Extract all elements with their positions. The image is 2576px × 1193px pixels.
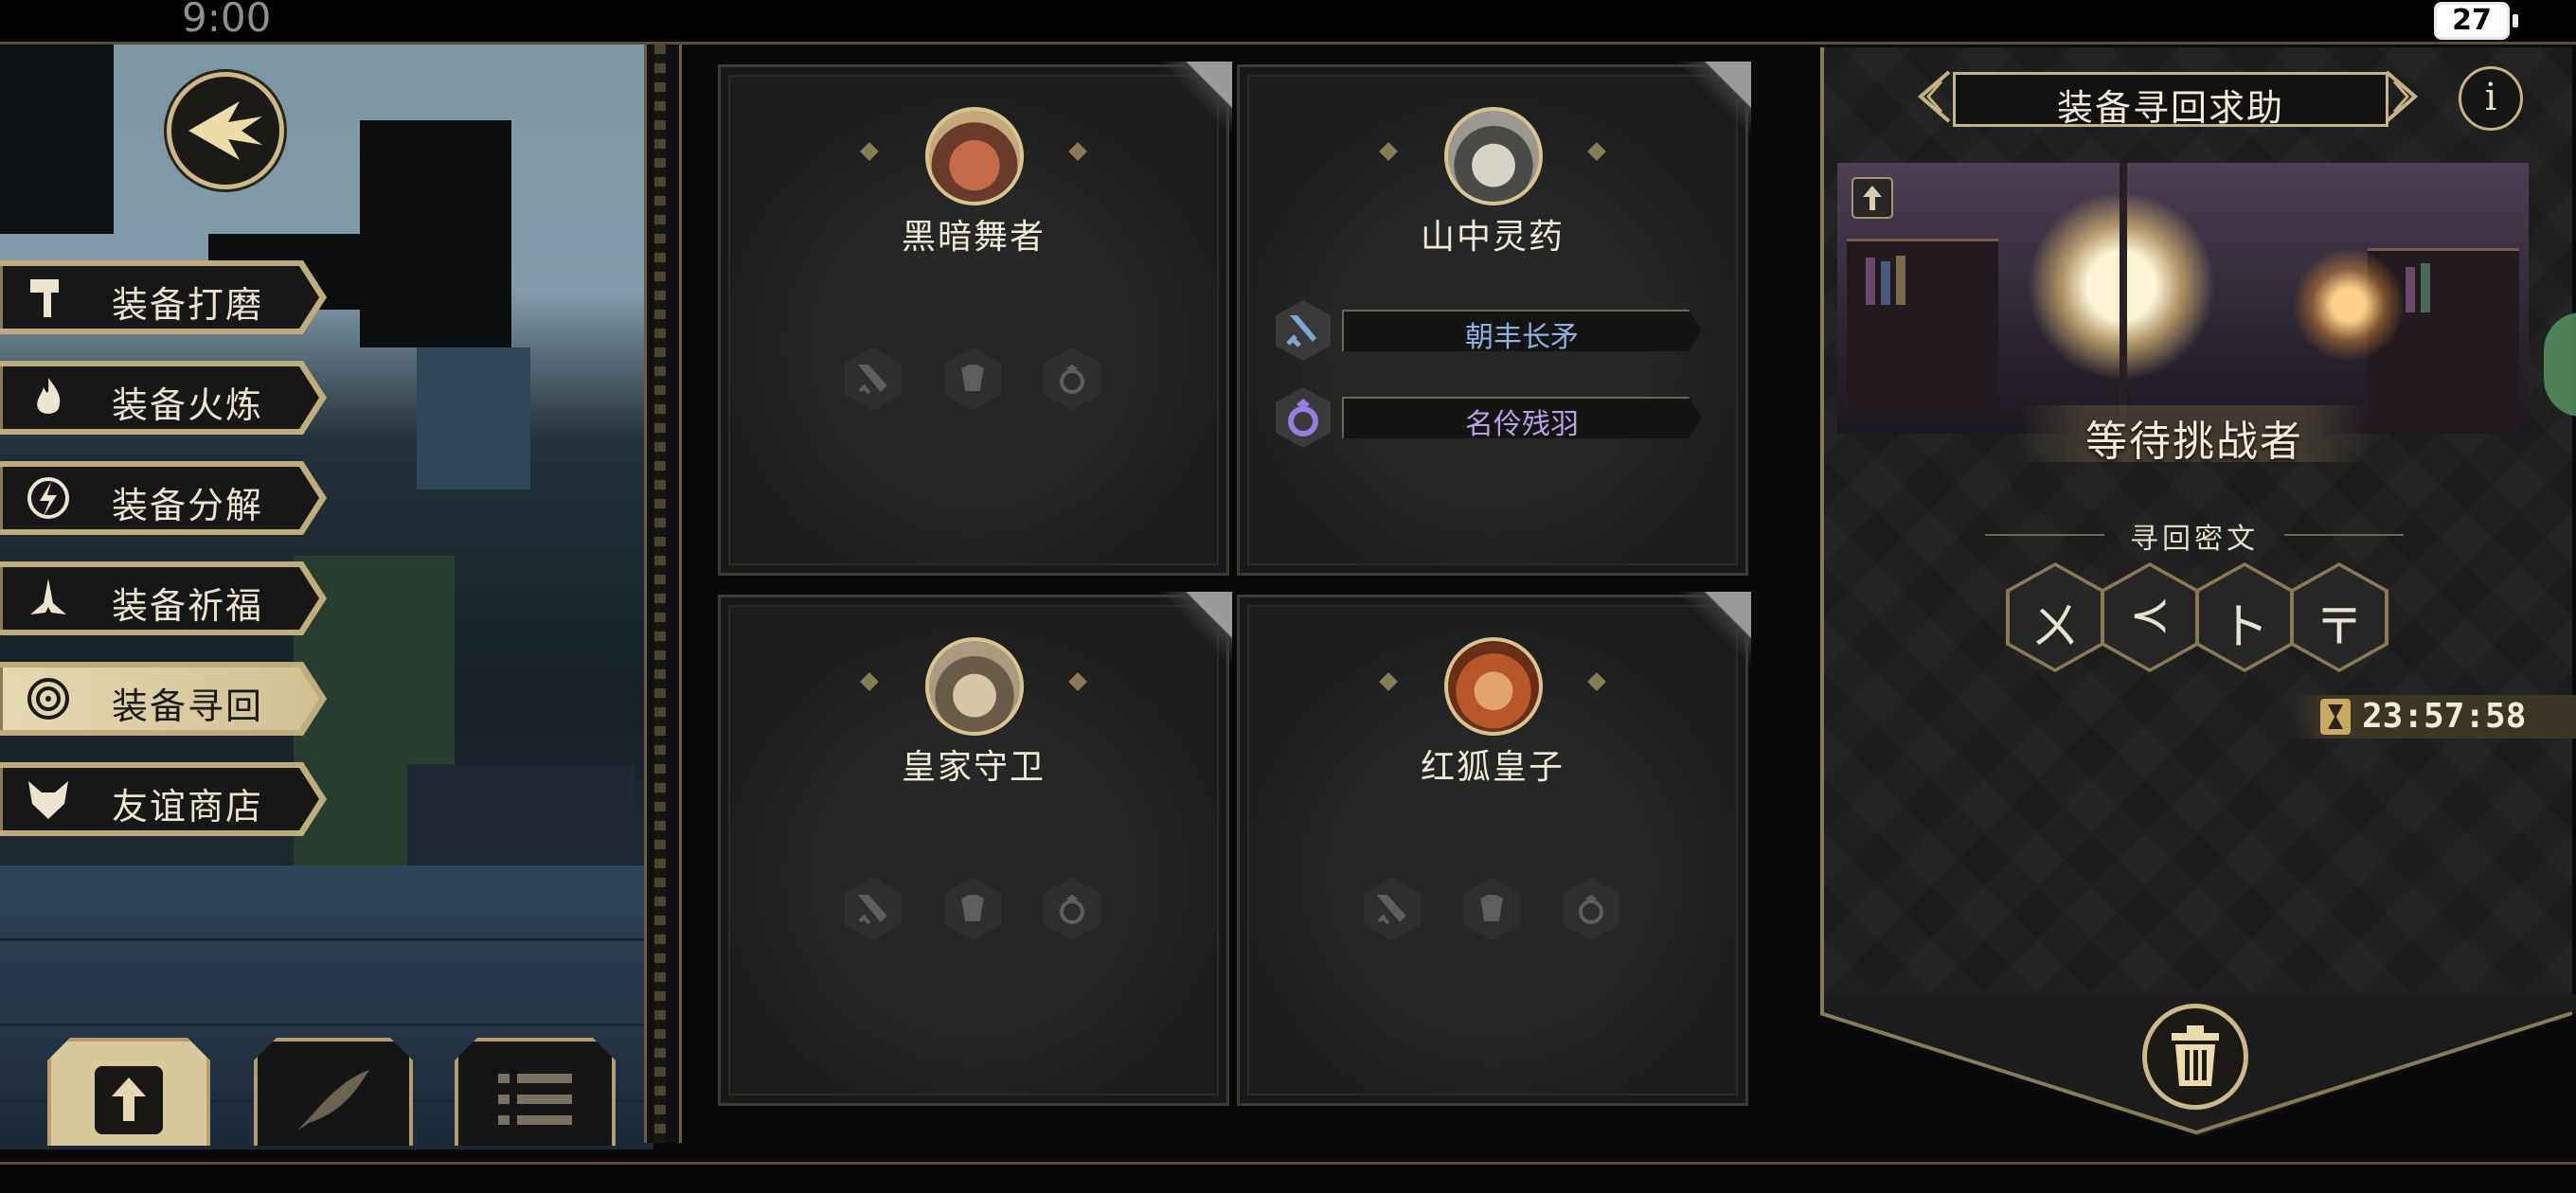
armor-slot[interactable] — [1463, 878, 1520, 940]
ring-slot[interactable] — [1044, 347, 1100, 410]
praying-hands-icon — [30, 579, 66, 614]
lightning-icon — [27, 477, 69, 519]
equipped-weapon[interactable]: 朝丰长矛 — [1276, 300, 1711, 361]
back-arrow-icon — [188, 101, 262, 160]
armor-icon — [961, 895, 984, 921]
hourglass-icon — [2320, 699, 2351, 735]
armor-icon — [1480, 895, 1503, 921]
title-arrow-right-icon — [2385, 70, 2419, 123]
cipher-label: 寻回密文 — [2130, 523, 2259, 556]
panel-title: 装备寻回求助 — [1953, 72, 2388, 129]
ring-slot[interactable] — [1563, 878, 1619, 940]
sword-icon — [1377, 895, 1406, 925]
flame-icon — [37, 378, 61, 414]
hero-card-dark-dancer[interactable]: 黑暗舞者 — [718, 62, 1232, 576]
hammer-icon — [30, 279, 59, 317]
status-time: 9:00 — [182, 0, 272, 41]
equipment-name: 名伶残羽 — [1465, 408, 1579, 441]
menu-item-recover[interactable]: 装备寻回 — [0, 662, 327, 736]
menu-label-bless: 装备祈福 — [112, 585, 264, 627]
back-button[interactable] — [167, 72, 284, 189]
ring-icon — [1579, 895, 1603, 924]
menu-item-bless[interactable]: 装备祈福 — [0, 561, 327, 635]
upload-small-icon — [1852, 177, 1893, 219]
armor-icon — [961, 365, 984, 391]
challenge-status: 等待挑战者 — [2085, 418, 2303, 466]
ring-icon — [1060, 895, 1084, 924]
menu-label-recover: 装备寻回 — [112, 686, 264, 727]
recovery-help-panel: 装备寻回求助 i 等待挑战者 寻回密文 ㄨ ≺ ト 〒 23:57:58 — [1820, 47, 2576, 1146]
status-bar: 9:00 27 — [0, 0, 2576, 42]
trash-icon — [2172, 1025, 2219, 1086]
battery-indicator: 27 — [2434, 2, 2518, 40]
ring-icon — [1060, 365, 1084, 394]
list-button[interactable] — [455, 1038, 616, 1146]
panel-title-text: 装备寻回求助 — [2056, 87, 2284, 129]
upload-icon — [91, 1062, 167, 1138]
ring-icon — [1288, 399, 1318, 436]
sword-icon — [1286, 315, 1316, 347]
feather-icon — [290, 1062, 375, 1138]
hero-name: 黑暗舞者 — [901, 218, 1046, 257]
menu-label-forge: 装备火炼 — [112, 384, 264, 426]
avatar — [1444, 107, 1543, 205]
equipped-ring[interactable]: 名伶残羽 — [1276, 387, 1711, 448]
sword-icon — [858, 895, 887, 925]
hero-card-royal-guard[interactable]: 皇家守卫 — [718, 592, 1232, 1106]
hero-card-red-fox-prince[interactable]: 红狐皇子 — [1237, 592, 1751, 1106]
feather-button[interactable] — [254, 1038, 413, 1146]
weapon-slot[interactable] — [1364, 878, 1421, 940]
menu-label-dismantle: 装备分解 — [112, 485, 264, 526]
weapon-slot[interactable] — [845, 347, 902, 410]
library-scene-image — [1837, 163, 2529, 434]
hero-name: 山中灵药 — [1420, 218, 1565, 257]
menu-label-shop: 友谊商店 — [112, 786, 264, 828]
avatar — [1444, 637, 1543, 736]
weapon-slot[interactable] — [845, 878, 902, 940]
countdown-timer: 23:57:58 — [2292, 695, 2576, 739]
menu-item-polish[interactable]: 装备打磨 — [0, 260, 327, 334]
title-arrow-left-icon — [1917, 70, 1951, 123]
hero-name: 红狐皇子 — [1420, 748, 1565, 787]
delete-button[interactable] — [2142, 1004, 2248, 1110]
target-icon — [27, 678, 69, 720]
armor-slot[interactable] — [944, 878, 1001, 940]
avatar — [925, 637, 1024, 736]
hero-name: 皇家守卫 — [901, 748, 1046, 787]
menu-item-dismantle[interactable]: 装备分解 — [0, 461, 327, 535]
fox-icon — [28, 781, 68, 819]
menu-item-forge[interactable]: 装备火炼 — [0, 361, 327, 435]
divider-pillar — [644, 45, 682, 1143]
armor-slot[interactable] — [944, 347, 1001, 410]
avatar — [925, 107, 1024, 205]
sword-icon — [858, 365, 887, 395]
equipment-name: 朝丰长矛 — [1465, 321, 1579, 354]
list-icon — [492, 1064, 578, 1140]
countdown-text: 23:57:58 — [2362, 697, 2527, 736]
menu-label-polish: 装备打磨 — [112, 284, 264, 326]
upload-button[interactable] — [47, 1038, 210, 1146]
info-button[interactable]: i — [2459, 66, 2523, 131]
ring-slot[interactable] — [1044, 878, 1100, 940]
menu-item-shop[interactable]: 友谊商店 — [0, 762, 327, 836]
hero-card-mountain-elixir[interactable]: 山中灵药 朝丰长矛 名伶残羽 — [1237, 62, 1751, 576]
